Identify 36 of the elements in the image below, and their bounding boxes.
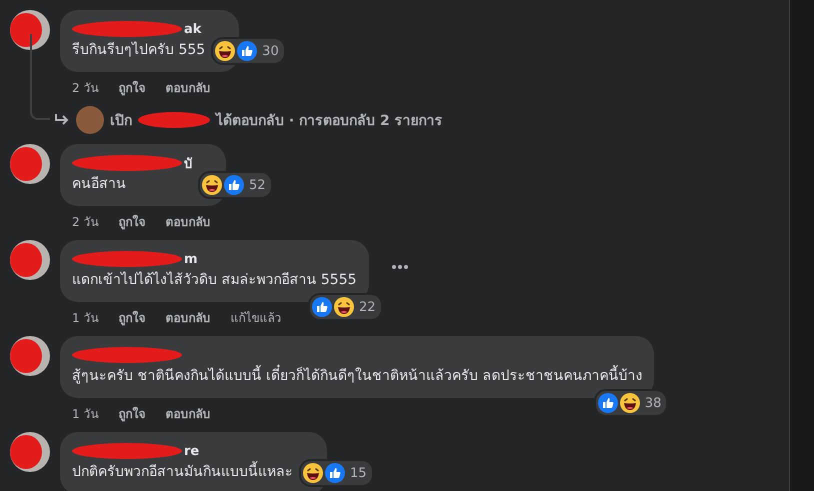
reaction-summary[interactable]: 52 bbox=[200, 173, 271, 197]
avatar[interactable] bbox=[10, 336, 50, 376]
commenter-name[interactable]: ak bbox=[184, 22, 202, 36]
comment-text: คนอีสาน bbox=[72, 175, 127, 194]
commenter-name[interactable]: m bbox=[184, 252, 198, 266]
comment-action-link[interactable]: ถูกใจ bbox=[118, 212, 146, 230]
avatar[interactable] bbox=[10, 432, 50, 472]
comment-action-link[interactable]: ถูกใจ bbox=[118, 404, 146, 422]
reaction-summary[interactable]: 30 bbox=[213, 39, 284, 63]
comment-text: ปกติครับพวกอีสานมันกินแบบนี้แหละ bbox=[72, 461, 293, 483]
comment-action-link[interactable]: ตอบกลับ bbox=[165, 212, 210, 230]
reply-summary-link[interactable]: ได้ตอบกลับ · การตอบกลับ 2 รายการ bbox=[216, 109, 443, 131]
comment-action-link[interactable]: ตอบกลับ bbox=[165, 404, 210, 422]
avatar[interactable] bbox=[10, 10, 50, 50]
edited-label: แก้ไขแล้ว bbox=[230, 310, 282, 326]
comment-text: สู้ๆนะครับ ชาตินีคงกินได้แบบนี้ เดี๋ยวก็ได้กินดีๆในชาติหน้าแล้วครับ ลดประชาชนคนภาคนี้บ้าง bbox=[72, 365, 642, 387]
reaction-summary[interactable]: 15 bbox=[301, 461, 372, 485]
comment-action-link[interactable]: ตอบกลับ bbox=[165, 78, 210, 96]
comment-time[interactable]: 2 วัน bbox=[72, 78, 98, 96]
comment-time[interactable]: 1 วัน bbox=[72, 308, 98, 326]
comment-action-link[interactable]: ถูกใจ bbox=[118, 78, 146, 96]
avatar[interactable] bbox=[10, 240, 50, 280]
comment-action-link[interactable]: ตอบกลับ bbox=[165, 308, 210, 326]
comment-action-link[interactable]: ถูกใจ bbox=[118, 308, 146, 326]
comment-time[interactable]: 2 วัน bbox=[72, 212, 98, 230]
comment-time[interactable]: 1 วัน bbox=[72, 404, 98, 422]
commenter-name[interactable]: บั bbox=[184, 152, 192, 174]
reply-summary-link[interactable]: เปิก bbox=[110, 109, 132, 131]
avatar[interactable] bbox=[10, 144, 50, 184]
more-options-icon[interactable] bbox=[390, 264, 409, 270]
commenter-name[interactable]: re bbox=[184, 444, 200, 458]
comment-text: แดกเข้าไปได้ไงไส้วัวดิบ สมล่ะพวกอีสาน 5555 bbox=[72, 270, 357, 290]
reaction-summary[interactable]: 22 bbox=[310, 295, 381, 319]
reaction-summary[interactable]: 38 bbox=[596, 391, 666, 415]
comment-text: รีบกินรีบๆไปครับ 555 bbox=[72, 40, 206, 60]
reply-arrow-icon bbox=[54, 113, 70, 127]
